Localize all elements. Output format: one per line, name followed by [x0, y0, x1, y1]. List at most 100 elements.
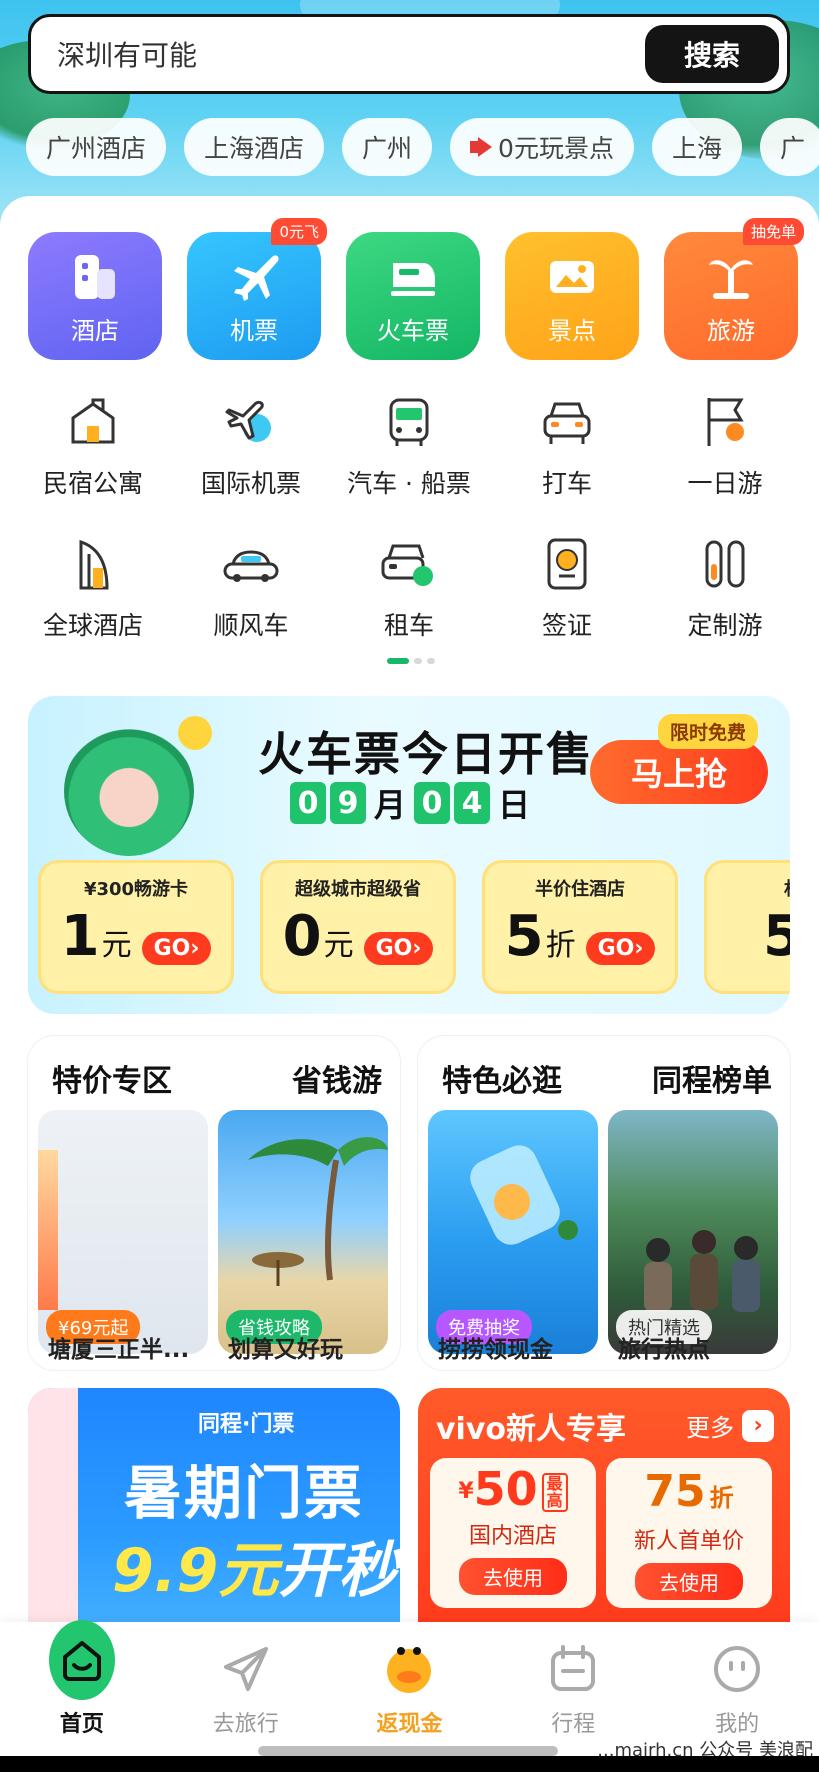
chip-guangzhou-hotel[interactable]: 广州酒店: [26, 118, 167, 176]
go-button[interactable]: GO›: [141, 932, 212, 965]
service-hotel[interactable]: 酒店: [28, 232, 162, 360]
first-order-coupon[interactable]: 75 折 新人首单价 去使用: [606, 1458, 772, 1608]
train-icon: [385, 249, 441, 305]
deal-image-placeholder[interactable]: ¥69元起: [38, 1110, 208, 1354]
search-button[interactable]: 搜索: [645, 25, 779, 83]
poster-price: 9.9元: [112, 1536, 279, 1606]
section-title[interactable]: 特价专区: [52, 1056, 172, 1100]
coupon-card[interactable]: 机票 50: [704, 860, 790, 994]
poster-price-line: 9.9元开秒: [112, 1522, 398, 1609]
deal-caption[interactable]: 划算又好玩: [228, 1330, 343, 1364]
profile-face-icon: [704, 1636, 770, 1702]
tower-icon: [79, 539, 109, 590]
service-flight[interactable]: 0元飞 机票: [187, 218, 327, 360]
poster-side-decoration: [28, 1388, 78, 1636]
megaphone-icon: [470, 137, 494, 157]
poster-headline: 暑期门票: [124, 1459, 365, 1527]
deal-caption[interactable]: 塘厦三正半...: [48, 1330, 189, 1364]
globe-plane-icon: [225, 400, 271, 442]
chip-free-scenic[interactable]: 0元玩景点: [450, 118, 634, 176]
train-sale-banner[interactable]: 火车票今日开售 0 9 月 0 4 日 马上抢 限时免费 ¥300畅游卡 1元G…: [28, 696, 790, 1014]
service-hotel-label: 酒店: [71, 317, 119, 345]
coupon-value: 5 折 GO›: [505, 909, 656, 965]
chip-guang-partial[interactable]: 广: [759, 118, 819, 176]
vivo-title: vivo新人专享: [436, 1412, 627, 1447]
ticket-coupons: ¥300畅游卡 1 元 GO› 超级城市超级省 0 元 GO› 半价住酒店 5 折 GO› …: [38, 860, 790, 994]
deals-section: 特价专区 省钱游 ¥69元起 省钱攻略: [28, 1036, 400, 1370]
service-car-rental[interactable]: 租车: [330, 534, 488, 642]
search-input[interactable]: 深圳有可能: [57, 34, 645, 74]
service-visa[interactable]: 签证: [488, 534, 646, 642]
use-coupon-button[interactable]: 去使用: [635, 1563, 743, 1600]
tab-home[interactable]: 首页: [0, 1620, 164, 1772]
chevron-right-icon: ›: [742, 1409, 774, 1442]
hotel-coupon[interactable]: ¥ 50 最高 国内酒店 去使用: [430, 1458, 596, 1608]
coupon-value: 0 元 GO›: [283, 909, 434, 965]
coupon-card[interactable]: 半价住酒店 5 折 GO›: [482, 860, 678, 994]
lottery-badge: 抽免单: [742, 218, 804, 245]
service-global-hotel[interactable]: 全球酒店: [14, 534, 172, 642]
service-taxi[interactable]: 打车: [488, 392, 646, 500]
section-title[interactable]: 特色必逛: [442, 1056, 562, 1100]
home-indicator[interactable]: [258, 1746, 558, 1756]
featured-caption[interactable]: 旅行热点: [618, 1330, 710, 1364]
coupon-unit: 折: [545, 928, 576, 963]
coupon-head: ¥300畅游卡: [83, 879, 189, 900]
featured-section: 特色必逛 同程榜单 免费抽奖 热门精选: [418, 1036, 790, 1370]
passport-icon: [547, 538, 587, 590]
coupon-number: 0: [282, 904, 322, 969]
coupon-number: 1: [60, 904, 100, 969]
travel-photo[interactable]: 热门精选: [608, 1110, 778, 1354]
service-homestay-label: 民宿公寓: [42, 469, 143, 498]
featured-caption[interactable]: 捞捞领现金: [438, 1330, 553, 1364]
service-train[interactable]: 火车票: [346, 232, 480, 360]
coupon-desc: 新人首单价: [633, 1529, 744, 1554]
service-flight-label: 机票: [230, 317, 278, 345]
cashback-mascot-icon: [376, 1636, 442, 1702]
tab-home-label: 首页: [59, 1712, 104, 1737]
image-edge-decoration: [38, 1150, 58, 1310]
service-intl-flight[interactable]: 国际机票: [172, 392, 330, 500]
lottery-image[interactable]: 免费抽奖: [428, 1110, 598, 1354]
screen-bottom-edge: [0, 1756, 819, 1772]
home-tab-icon-wrap: [48, 1620, 115, 1702]
coupon-value: 50: [763, 909, 790, 965]
service-visa-label: 签证: [541, 611, 592, 640]
coupon-number: 5: [504, 904, 544, 969]
chip-shanghai-hotel[interactable]: 上海酒店: [184, 118, 325, 176]
coupon-number: 75: [644, 1466, 706, 1517]
coupon-amount: ¥ 50 最高: [458, 1466, 568, 1512]
go-button[interactable]: GO›: [363, 932, 434, 965]
ticket-icon: [544, 249, 600, 305]
service-travel[interactable]: 抽免单 旅游: [664, 218, 804, 360]
date-digit: 0: [290, 782, 326, 824]
tab-travel-label: 去旅行: [212, 1712, 279, 1737]
chip-free-scenic-label: 0元玩景点: [498, 134, 614, 163]
more-link[interactable]: 更多 ›: [686, 1408, 774, 1443]
chip-guangzhou[interactable]: 广州: [342, 118, 433, 176]
service-bus-ferry[interactable]: 汽车 · 船票: [330, 392, 488, 500]
use-coupon-button[interactable]: 去使用: [459, 1558, 567, 1595]
free-flight-badge: 0元飞: [271, 218, 327, 245]
service-carpool[interactable]: 顺风车: [172, 534, 330, 642]
page-dot: [427, 658, 435, 664]
grab-now-button[interactable]: 马上抢: [590, 740, 768, 804]
section-title[interactable]: 同程榜单: [652, 1056, 772, 1100]
coupon-card[interactable]: ¥300畅游卡 1 元 GO›: [38, 860, 234, 994]
service-scenic[interactable]: 景点: [505, 232, 639, 360]
beach-image[interactable]: 省钱攻略: [218, 1110, 388, 1354]
go-button[interactable]: GO›: [585, 932, 656, 965]
search-bar[interactable]: 深圳有可能 搜索: [28, 14, 790, 94]
coupon-desc: 国内酒店: [468, 1524, 557, 1549]
paper-plane-icon: [213, 1636, 279, 1702]
house-icon: [71, 398, 115, 444]
chip-shanghai[interactable]: 上海: [651, 118, 742, 176]
coupon-amount: 75 折: [644, 1466, 733, 1517]
coupon-head: 机票: [784, 875, 790, 901]
service-day-tour[interactable]: 一日游: [646, 392, 804, 500]
service-homestay[interactable]: 民宿公寓: [14, 392, 172, 500]
service-custom-tour[interactable]: 定制游: [646, 534, 804, 642]
section-title[interactable]: 省钱游: [292, 1056, 382, 1100]
summer-ticket-poster[interactable]: 同程·门票 暑期门票 9.9元开秒: [28, 1388, 400, 1636]
coupon-card[interactable]: 超级城市超级省 0 元 GO›: [260, 860, 456, 994]
